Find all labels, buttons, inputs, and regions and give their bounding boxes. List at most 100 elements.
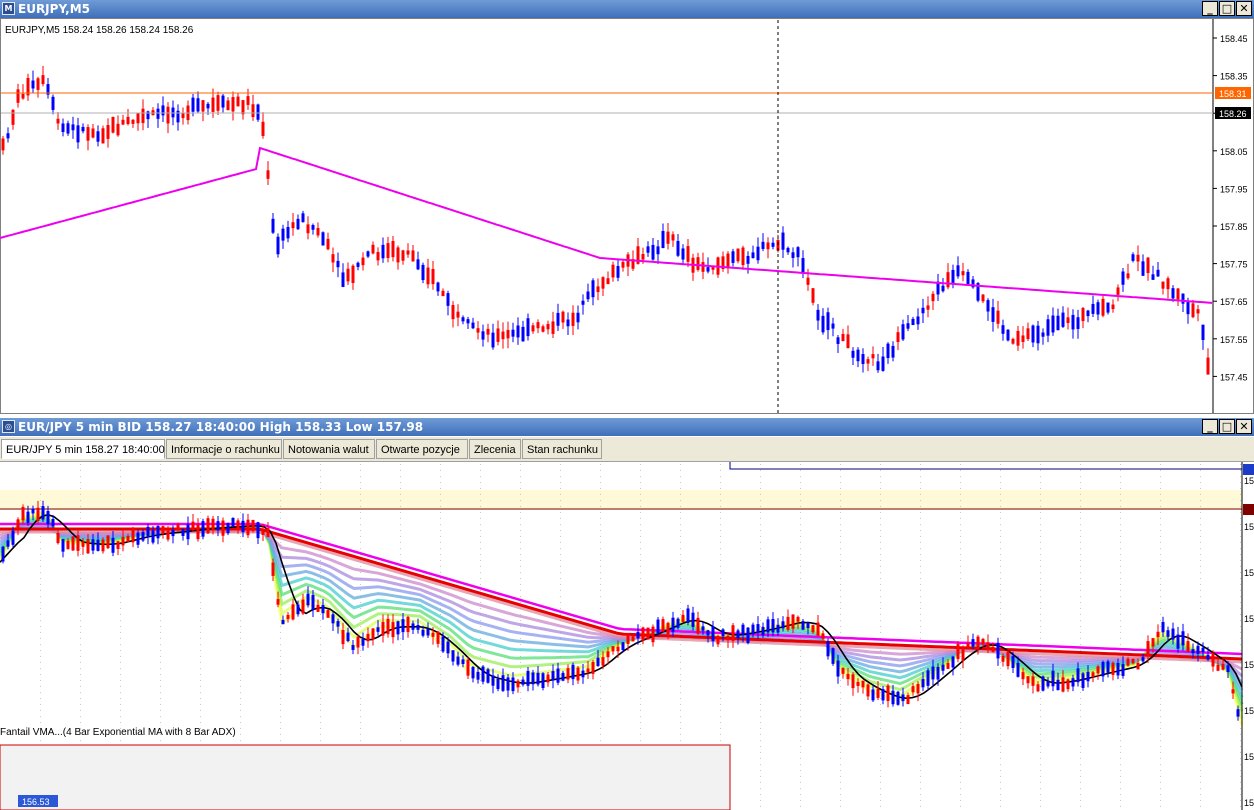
- grid-dot: [1160, 488, 1161, 489]
- grid-dot: [840, 524, 841, 525]
- grid-dot: [1040, 752, 1041, 753]
- grid-dot: [280, 638, 281, 639]
- grid-dot: [960, 752, 961, 753]
- grid-dot: [840, 764, 841, 765]
- grid-dot: [760, 650, 761, 651]
- candle-body: [926, 305, 930, 310]
- grid-dot: [800, 518, 801, 519]
- tab-open-positions[interactable]: Otwarte pozycje: [376, 439, 468, 459]
- grid-dot: [200, 548, 201, 549]
- grid-dot: [1000, 722, 1001, 723]
- grid-dot: [480, 488, 481, 489]
- tab-quotes[interactable]: Notowania walut: [283, 439, 375, 459]
- candle-body: [356, 262, 360, 267]
- candle-body: [41, 506, 45, 520]
- candle-body: [921, 307, 925, 314]
- grid-dot: [1080, 608, 1081, 609]
- candle-body: [641, 627, 645, 641]
- bottom-chart-canvas[interactable]: Fantail VMA...(4 Bar Exponential MA with…: [0, 462, 1254, 810]
- grid-dot: [520, 464, 521, 465]
- close-button[interactable]: ✕: [1236, 1, 1252, 16]
- candle-body: [441, 290, 445, 297]
- grid-dot: [40, 692, 41, 693]
- grid-dot: [1080, 500, 1081, 501]
- restore-button[interactable]: _: [1202, 419, 1218, 434]
- tab-orders[interactable]: Zlecenia: [469, 439, 521, 459]
- grid-dot: [920, 770, 921, 771]
- grid-dot: [1120, 524, 1121, 525]
- grid-dot: [680, 554, 681, 555]
- top-chart-canvas[interactable]: 158.45158.35158.15158.05157.95157.85157.…: [0, 18, 1254, 414]
- grid-dot: [920, 758, 921, 759]
- grid-dot: [760, 794, 761, 795]
- grid-dot: [1000, 800, 1001, 801]
- grid-dot: [880, 596, 881, 597]
- grid-dot: [200, 512, 201, 513]
- grid-dot: [80, 578, 81, 579]
- candle-body: [311, 594, 315, 610]
- candle-body: [1176, 634, 1180, 649]
- candle-body: [426, 267, 430, 285]
- candle-body: [666, 231, 670, 244]
- top-window-titlebar[interactable]: M EURJPY,M5 _ □ ✕: [0, 0, 1254, 18]
- grid-dot: [920, 632, 921, 633]
- tab-chart[interactable]: EUR/JPY 5 min 158.27 18:40:00: [1, 439, 165, 459]
- candle-body: [676, 618, 680, 628]
- candle-body: [781, 621, 785, 629]
- grid-dot: [360, 464, 361, 465]
- grid-dot: [440, 722, 441, 723]
- grid-dot: [40, 506, 41, 507]
- grid-dot: [40, 698, 41, 699]
- grid-dot: [1240, 518, 1241, 519]
- grid-dot: [800, 674, 801, 675]
- candle-body: [161, 526, 165, 534]
- candle-body: [86, 127, 90, 141]
- grid-dot: [1160, 776, 1161, 777]
- grid-dot: [40, 584, 41, 585]
- candle-body: [586, 668, 590, 673]
- grid-dot: [440, 692, 441, 693]
- close-button[interactable]: ✕: [1236, 419, 1252, 434]
- grid-dot: [480, 704, 481, 705]
- grid-dot: [960, 536, 961, 537]
- maximize-button[interactable]: □: [1219, 419, 1235, 434]
- candle-body: [201, 100, 205, 112]
- candle-body: [716, 635, 720, 645]
- grid-dot: [1160, 794, 1161, 795]
- grid-dot: [720, 692, 721, 693]
- tab-account-status[interactable]: Stan rachunku: [522, 439, 602, 459]
- maximize-button[interactable]: □: [1219, 1, 1235, 16]
- grid-dot: [1240, 788, 1241, 789]
- grid-dot: [1080, 614, 1081, 615]
- grid-dot: [200, 518, 201, 519]
- candle-body: [1061, 677, 1065, 692]
- grid-dot: [400, 674, 401, 675]
- grid-dot: [120, 512, 121, 513]
- grid-dot: [600, 704, 601, 705]
- grid-dot: [760, 560, 761, 561]
- grid-dot: [480, 566, 481, 567]
- grid-dot: [760, 488, 761, 489]
- grid-dot: [1160, 542, 1161, 543]
- bottom-chart[interactable]: Fantail VMA...(4 Bar Exponential MA with…: [0, 462, 1254, 810]
- tab-account-info[interactable]: Informacje o rachunku: [166, 439, 282, 459]
- top-chart[interactable]: 158.45158.35158.15158.05157.95157.85157.…: [0, 18, 1254, 414]
- grid-dot: [920, 602, 921, 603]
- candle-body: [426, 628, 430, 636]
- candle-body: [1076, 668, 1080, 683]
- candle-body: [66, 123, 70, 134]
- grid-dot: [760, 704, 761, 705]
- minimize-button[interactable]: _: [1202, 1, 1218, 16]
- grid-dot: [480, 476, 481, 477]
- candle-body: [1121, 664, 1125, 676]
- grid-dot: [1000, 710, 1001, 711]
- grid-dot: [480, 572, 481, 573]
- candle-body: [1196, 309, 1200, 314]
- candle-body: [1086, 310, 1090, 317]
- grid-dot: [600, 686, 601, 687]
- bottom-window-titlebar[interactable]: ◎ EUR/JPY 5 min BID 158.27 18:40:00 High…: [0, 418, 1254, 436]
- candle-body: [1, 138, 5, 151]
- candle-body: [156, 108, 160, 119]
- grid-dot: [1200, 680, 1201, 681]
- grid-dot: [1080, 572, 1081, 573]
